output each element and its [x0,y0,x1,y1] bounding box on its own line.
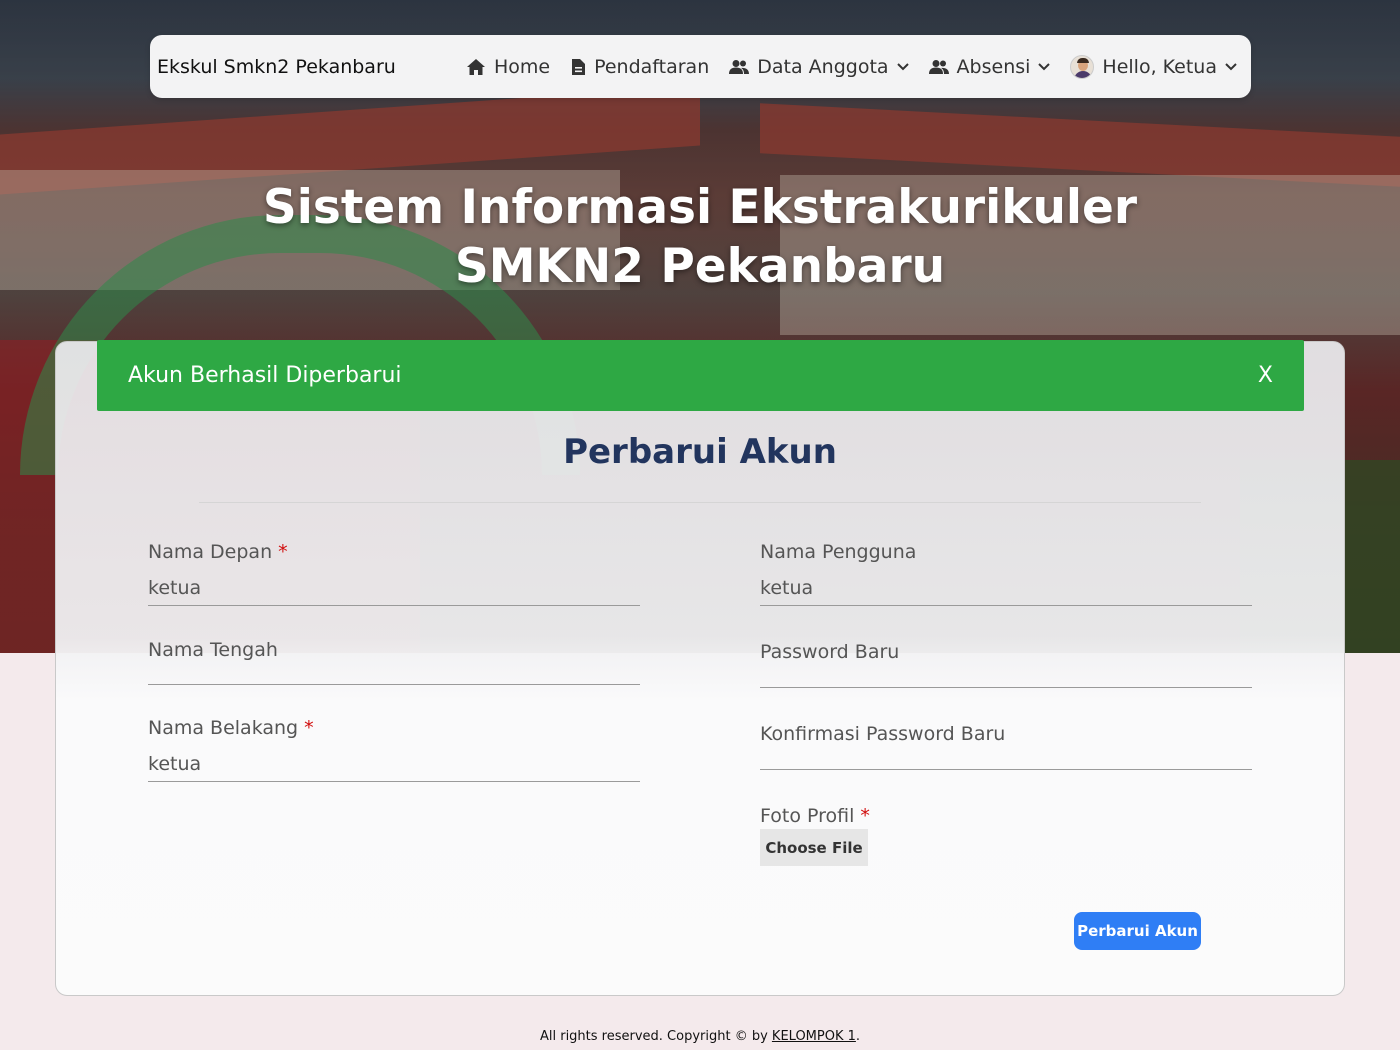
nav-pendaftaran[interactable]: Pendaftaran [570,56,709,78]
chevron-down-icon [1225,62,1237,71]
input-underline [148,684,640,685]
nama-belakang-field[interactable]: Nama Belakang * ketua [148,717,640,782]
nav-user-label: Hello, Ketua [1102,55,1217,78]
hero-title-line2: SMKN2 Pekanbaru [454,239,946,294]
nama-depan-input[interactable]: ketua [148,577,640,599]
foto-profil-label: Foto Profil * [760,805,870,827]
nama-depan-field[interactable]: Nama Depan * ketua [148,541,640,606]
navbar: Ekskul Smkn2 Pekanbaru Home Pendaftaran … [150,35,1251,98]
footer-suffix: . [855,1029,861,1044]
success-alert: Akun Berhasil Diperbarui X [97,340,1304,411]
perbarui-akun-button[interactable]: Perbarui Akun [1074,912,1201,950]
input-underline [148,605,640,606]
nav-absensi-label: Absensi [956,55,1031,78]
password-baru-label: Password Baru [760,641,900,663]
nav-menu: Home Pendaftaran Data Anggota Absensi He… [466,54,1237,79]
alert-message: Akun Berhasil Diperbarui [128,363,402,388]
brand-title[interactable]: Ekskul Smkn2 Pekanbaru [157,56,396,78]
nav-data-anggota-label: Data Anggota [757,55,889,78]
users-icon [729,59,750,75]
input-underline [760,687,1252,688]
divider [199,502,1201,503]
input-underline [760,605,1252,606]
footer-link[interactable]: KELOMPOK 1 [772,1029,856,1044]
nama-pengguna-label: Nama Pengguna [760,541,917,563]
footer: All rights reserved. Copyright © by KELO… [0,1029,1400,1044]
foto-profil-field: Foto Profil * [760,805,1252,827]
nav-absensi[interactable]: Absensi [928,55,1051,78]
required-marker: * [278,541,288,563]
nav-home-label: Home [493,55,551,78]
nama-tengah-label: Nama Tengah [148,639,278,661]
document-icon [570,58,586,76]
chevron-down-icon [896,62,909,71]
nav-pendaftaran-label: Pendaftaran [594,55,710,78]
footer-text: All rights reserved. Copyright © by [539,1029,768,1044]
nama-depan-label: Nama Depan * [148,541,288,563]
hero-title: Sistem Informasi Ekstrakurikuler SMKN2 P… [0,178,1400,296]
avatar [1070,54,1095,79]
input-underline [148,781,640,782]
chevron-down-icon [1038,62,1051,71]
required-marker: * [304,717,314,739]
nav-home[interactable]: Home [466,56,550,78]
form-title: Perbarui Akun [563,432,837,472]
nama-pengguna-input[interactable]: ketua [760,577,1252,599]
nama-belakang-label: Nama Belakang * [148,717,314,739]
konfirmasi-password-label: Konfirmasi Password Baru [760,723,1006,745]
home-icon [466,58,486,76]
nama-pengguna-field[interactable]: Nama Pengguna ketua [760,541,1252,606]
nama-tengah-field[interactable]: Nama Tengah [148,639,640,685]
nav-user-menu[interactable]: Hello, Ketua [1070,54,1237,79]
required-marker: * [860,805,870,827]
alert-close-button[interactable]: X [1258,363,1273,388]
konfirmasi-password-field[interactable]: Konfirmasi Password Baru [760,723,1252,770]
nama-belakang-input[interactable]: ketua [148,753,640,775]
choose-file-button[interactable]: Choose File [760,829,868,866]
password-baru-field[interactable]: Password Baru [760,641,1252,688]
input-underline [760,769,1252,770]
nav-data-anggota[interactable]: Data Anggota [729,55,909,78]
users-icon [928,59,949,75]
hero-title-line1: Sistem Informasi Ekstrakurikuler [262,180,1138,235]
